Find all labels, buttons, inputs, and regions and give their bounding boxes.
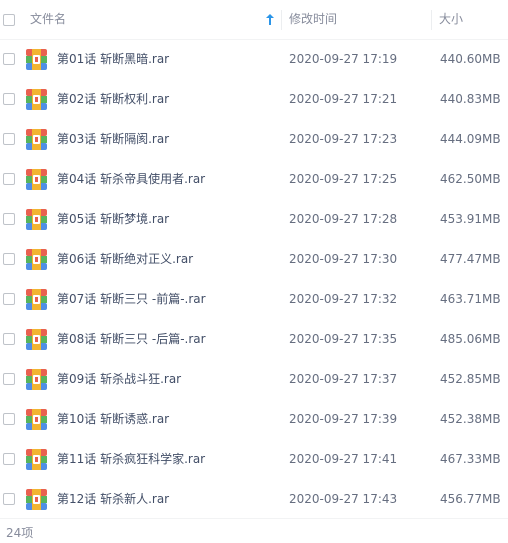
row-checkbox[interactable] bbox=[3, 373, 15, 385]
row-checkbox[interactable] bbox=[3, 133, 15, 145]
file-row[interactable]: 第12话 斩杀新人.rar 2020-09-27 17:43 456.77MB bbox=[0, 480, 508, 520]
file-name[interactable]: 第12话 斩杀新人.rar bbox=[57, 480, 169, 518]
file-row[interactable]: 第09话 斩杀战斗狂.rar 2020-09-27 17:37 452.85MB bbox=[0, 360, 508, 400]
file-name[interactable]: 第07话 斩断三只 -前篇-.rar bbox=[57, 280, 206, 318]
column-header-modified[interactable]: 修改时间 bbox=[289, 0, 337, 39]
file-modified: 2020-09-27 17:41 bbox=[289, 452, 398, 466]
select-all-checkbox[interactable] bbox=[3, 14, 15, 26]
item-count: 24项 bbox=[6, 526, 34, 540]
file-size: 467.33MB bbox=[440, 452, 501, 466]
rar-archive-icon bbox=[26, 289, 47, 310]
file-modified: 2020-09-27 17:35 bbox=[289, 332, 398, 346]
rar-archive-icon bbox=[26, 409, 47, 430]
file-size: 456.77MB bbox=[440, 492, 501, 506]
rar-archive-icon bbox=[26, 129, 47, 150]
file-size: 440.60MB bbox=[440, 52, 501, 66]
file-size: 463.71MB bbox=[440, 292, 501, 306]
file-name[interactable]: 第08话 斩断三只 -后篇-.rar bbox=[57, 320, 206, 358]
file-row[interactable]: 第06话 斩断绝对正义.rar 2020-09-27 17:30 477.47M… bbox=[0, 240, 508, 280]
file-row[interactable]: 第05话 斩断梦境.rar 2020-09-27 17:28 453.91MB bbox=[0, 200, 508, 240]
file-size: 477.47MB bbox=[440, 252, 501, 266]
file-list-header: 文件名 修改时间 大小 bbox=[0, 0, 508, 40]
file-modified: 2020-09-27 17:21 bbox=[289, 92, 398, 106]
file-row[interactable]: 第11话 斩杀疯狂科学家.rar 2020-09-27 17:41 467.33… bbox=[0, 440, 508, 480]
file-name[interactable]: 第09话 斩杀战斗狂.rar bbox=[57, 360, 181, 398]
file-name[interactable]: 第10话 斩断诱惑.rar bbox=[57, 400, 169, 438]
file-modified: 2020-09-27 17:19 bbox=[289, 52, 398, 66]
row-checkbox[interactable] bbox=[3, 333, 15, 345]
file-modified: 2020-09-27 17:30 bbox=[289, 252, 398, 266]
row-checkbox[interactable] bbox=[3, 293, 15, 305]
row-checkbox[interactable] bbox=[3, 93, 15, 105]
file-modified: 2020-09-27 17:25 bbox=[289, 172, 398, 186]
file-size: 453.91MB bbox=[440, 212, 501, 226]
file-size: 452.38MB bbox=[440, 412, 501, 426]
column-separator[interactable] bbox=[281, 10, 282, 30]
file-name[interactable]: 第05话 斩断梦境.rar bbox=[57, 200, 169, 238]
file-modified: 2020-09-27 17:32 bbox=[289, 292, 398, 306]
file-name[interactable]: 第11话 斩杀疯狂科学家.rar bbox=[57, 440, 205, 478]
rar-archive-icon bbox=[26, 89, 47, 110]
column-header-name[interactable]: 文件名 bbox=[30, 0, 66, 39]
file-row[interactable]: 第01话 斩断黑暗.rar 2020-09-27 17:19 440.60MB bbox=[0, 40, 508, 80]
file-size: 452.85MB bbox=[440, 372, 501, 386]
rar-archive-icon bbox=[26, 249, 47, 270]
file-name[interactable]: 第06话 斩断绝对正义.rar bbox=[57, 240, 193, 278]
file-size: 440.83MB bbox=[440, 92, 501, 106]
row-checkbox[interactable] bbox=[3, 173, 15, 185]
rar-archive-icon bbox=[26, 489, 47, 510]
file-modified: 2020-09-27 17:39 bbox=[289, 412, 398, 426]
file-size: 444.09MB bbox=[440, 132, 501, 146]
file-row[interactable]: 第02话 斩断权利.rar 2020-09-27 17:21 440.83MB bbox=[0, 80, 508, 120]
file-row[interactable]: 第04话 斩杀帝具使用者.rar 2020-09-27 17:25 462.50… bbox=[0, 160, 508, 200]
sort-ascending-icon[interactable] bbox=[266, 14, 274, 25]
file-modified: 2020-09-27 17:43 bbox=[289, 492, 398, 506]
row-checkbox[interactable] bbox=[3, 413, 15, 425]
file-row[interactable]: 第08话 斩断三只 -后篇-.rar 2020-09-27 17:35 485.… bbox=[0, 320, 508, 360]
file-list: 第01话 斩断黑暗.rar 2020-09-27 17:19 440.60MB … bbox=[0, 40, 508, 520]
rar-archive-icon bbox=[26, 449, 47, 470]
rar-archive-icon bbox=[26, 369, 47, 390]
file-modified: 2020-09-27 17:23 bbox=[289, 132, 398, 146]
row-checkbox[interactable] bbox=[3, 213, 15, 225]
rar-archive-icon bbox=[26, 329, 47, 350]
row-checkbox[interactable] bbox=[3, 453, 15, 465]
file-row[interactable]: 第03话 斩断隔阂.rar 2020-09-27 17:23 444.09MB bbox=[0, 120, 508, 160]
file-size: 462.50MB bbox=[440, 172, 501, 186]
file-name[interactable]: 第02话 斩断权利.rar bbox=[57, 80, 169, 118]
row-checkbox[interactable] bbox=[3, 493, 15, 505]
row-checkbox[interactable] bbox=[3, 53, 15, 65]
rar-archive-icon bbox=[26, 209, 47, 230]
rar-archive-icon bbox=[26, 49, 47, 70]
file-name[interactable]: 第01话 斩断黑暗.rar bbox=[57, 40, 169, 78]
file-modified: 2020-09-27 17:37 bbox=[289, 372, 398, 386]
file-row[interactable]: 第10话 斩断诱惑.rar 2020-09-27 17:39 452.38MB bbox=[0, 400, 508, 440]
file-modified: 2020-09-27 17:28 bbox=[289, 212, 398, 226]
file-row[interactable]: 第07话 斩断三只 -前篇-.rar 2020-09-27 17:32 463.… bbox=[0, 280, 508, 320]
row-checkbox[interactable] bbox=[3, 253, 15, 265]
status-bar: 24项 bbox=[0, 518, 508, 543]
file-size: 485.06MB bbox=[440, 332, 501, 346]
column-separator[interactable] bbox=[431, 10, 432, 30]
column-header-size[interactable]: 大小 bbox=[439, 0, 463, 39]
rar-archive-icon bbox=[26, 169, 47, 190]
file-name[interactable]: 第04话 斩杀帝具使用者.rar bbox=[57, 160, 205, 198]
file-name[interactable]: 第03话 斩断隔阂.rar bbox=[57, 120, 169, 158]
